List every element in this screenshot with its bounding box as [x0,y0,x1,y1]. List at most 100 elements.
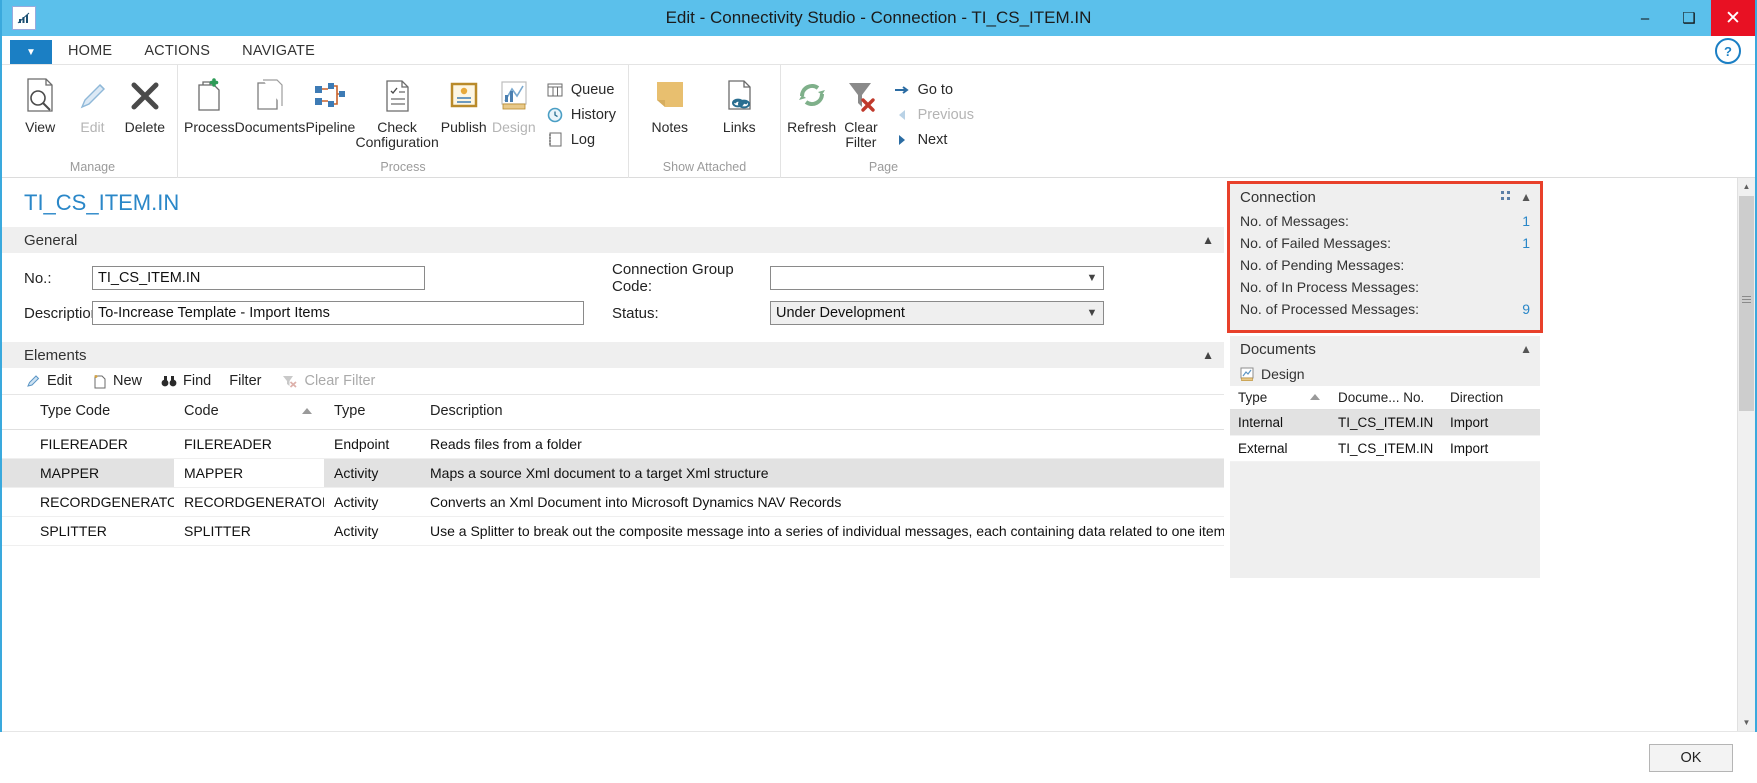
chevron-up-icon[interactable]: ▲ [1520,190,1532,204]
column-header-type[interactable]: Type [324,395,420,430]
elements-clear-filter-action[interactable]: Clear Filter [281,373,375,389]
column-header-description[interactable]: Description [420,395,1224,430]
pin-icon[interactable] [1499,189,1512,205]
factbox-value[interactable]: 1 [1522,213,1530,229]
publish-certificate-icon [447,75,481,117]
view-label: View [25,119,56,135]
process-button[interactable]: Process [184,69,235,135]
column-header-type-code[interactable]: Type Code [2,395,174,430]
no-input[interactable]: TI_CS_ITEM.IN [92,266,425,290]
delete-button[interactable]: Delete [119,69,171,135]
publish-button[interactable]: Publish [439,69,489,135]
documents-design-action[interactable]: Design [1230,362,1540,386]
scroll-up-arrow[interactable]: ▲ [1738,178,1755,195]
factbox-value[interactable]: 1 [1522,235,1530,251]
edit-label: Edit [80,119,105,135]
new-page-icon [90,373,108,389]
check-configuration-button[interactable]: Check Configuration [355,69,439,150]
table-row[interactable]: MAPPER MAPPER Activity Maps a source Xml… [2,458,1224,488]
links-button[interactable]: Links [705,69,775,135]
notes-label: Notes [651,119,689,135]
go-to-button[interactable]: Go to [886,77,980,102]
elements-find-action[interactable]: Find [160,373,211,389]
cell-type: Activity [324,487,420,517]
arrow-right-triangle-icon [892,131,912,149]
page-scrollbar[interactable]: ▲ ▼ [1737,178,1755,731]
pencil-icon [24,373,42,389]
scroll-down-arrow[interactable]: ▼ [1738,714,1755,731]
column-header-document-no[interactable]: Docume... No. [1330,386,1442,410]
chevron-up-icon[interactable]: ▲ [1520,342,1532,356]
process-add-icon [192,75,226,117]
maximize-button[interactable]: ❑ [1667,0,1711,36]
log-button[interactable]: Log [539,127,622,152]
description-input[interactable]: To-Increase Template - Import Items [92,301,584,325]
ribbon-group-manage: View Edit Delete Manage [8,65,178,178]
chevron-up-icon[interactable]: ▲ [1202,348,1214,362]
pipeline-button[interactable]: Pipeline [305,69,355,135]
close-button[interactable]: ✕ [1711,0,1755,36]
minimize-button[interactable]: – [1623,0,1667,36]
cell-description: Converts an Xml Document into Microsoft … [420,487,1224,517]
delete-label: Delete [124,119,166,135]
tab-home[interactable]: HOME [52,40,129,64]
window-title: Edit - Connectivity Studio - Connection … [665,8,1092,27]
factbox-value[interactable]: 9 [1522,301,1530,317]
connection-factbox: Connection ▲ No. of Messages: 1 No. of F… [1230,184,1540,330]
previous-button[interactable]: Previous [886,102,980,127]
cell-type: Internal [1230,409,1330,436]
description-label: Description: [24,304,104,322]
column-header-type[interactable]: Type [1230,386,1330,410]
clear-filter-label: Clear Filter [844,119,878,150]
clear-filter-button[interactable]: Clear Filter [836,69,885,150]
chevron-up-icon[interactable]: ▲ [1202,233,1214,247]
status-combo[interactable]: Under Development ▼ [770,301,1104,325]
table-row[interactable]: Internal TI_CS_ITEM.IN Import [1230,409,1540,436]
table-row[interactable]: RECORDGENERATOR RECORDGENERATOR Activity… [2,487,1224,517]
design-icon [1240,367,1255,382]
help-icon[interactable]: ? [1715,38,1741,64]
application-menu-button[interactable]: ▼ [10,40,52,64]
documents-button[interactable]: Documents [235,69,305,135]
ribbon-group-manage-label: Manage [69,160,116,174]
design-button[interactable]: Design [489,69,539,135]
elements-grid: Type Code Code Type Description FILEREAD… [2,395,1224,546]
dialog-footer: OK [2,731,1755,783]
chevron-down-icon[interactable]: ▼ [1081,307,1103,319]
status-label: Status: [612,304,659,322]
refresh-button[interactable]: Refresh [787,69,836,135]
chevron-down-icon[interactable]: ▼ [1081,272,1103,284]
cell-direction: Import [1442,435,1540,462]
connection-group-code-combo[interactable]: ▼ [770,266,1104,290]
edit-button[interactable]: Edit [66,69,118,135]
elements-section-header[interactable]: Elements ▲ [2,341,1224,368]
elements-filter-action[interactable]: Filter [229,373,261,389]
ok-button[interactable]: OK [1649,743,1733,772]
cell-code[interactable]: MAPPER [174,458,324,488]
tab-navigate[interactable]: NAVIGATE [226,40,331,64]
tab-actions[interactable]: ACTIONS [128,40,226,64]
table-row[interactable]: External TI_CS_ITEM.IN Import [1230,435,1540,462]
table-row[interactable]: FILEREADER FILEREADER Endpoint Reads fil… [2,429,1224,459]
page-small-buttons: Go to Previous Next [886,69,980,152]
general-section-header[interactable]: General ▲ [2,226,1224,253]
factbox-column: Connection ▲ No. of Messages: 1 No. of F… [1224,178,1755,731]
documents-grid: Type Docume... No. Direction Internal TI… [1230,386,1540,462]
next-button[interactable]: Next [886,127,980,152]
column-header-code[interactable]: Code [174,395,324,430]
scrollbar-grip [1742,296,1751,305]
elements-new-action[interactable]: New [90,373,142,389]
elements-edit-action[interactable]: Edit [24,373,72,389]
notes-button[interactable]: Notes [635,69,705,135]
history-button[interactable]: History [539,102,622,127]
column-header-code-label: Code [184,403,219,419]
factbox-row-in-process-messages: No. of In Process Messages: [1230,276,1540,298]
check-configuration-label: Check Configuration [355,119,439,150]
cell-type-code: FILEREADER [2,429,174,459]
publish-label: Publish [440,119,487,135]
table-row[interactable]: SPLITTER SPLITTER Activity Use a Splitte… [2,516,1224,546]
queue-icon [545,81,565,99]
view-button[interactable]: View [14,69,66,135]
queue-button[interactable]: Queue [539,77,622,102]
column-header-direction[interactable]: Direction [1442,386,1540,410]
